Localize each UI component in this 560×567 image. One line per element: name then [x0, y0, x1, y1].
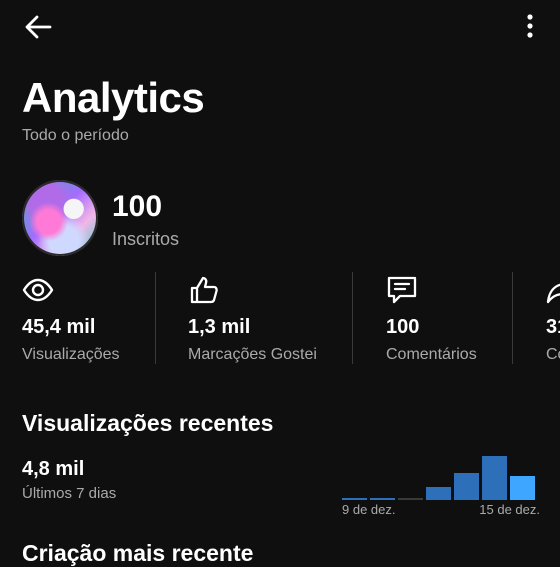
stat-label: Visualizações [22, 346, 120, 363]
chart-bar [426, 487, 451, 500]
top-app-bar [0, 0, 560, 56]
chart-bar [454, 473, 479, 500]
subscriber-count: 100 [112, 190, 163, 223]
more-vertical-icon [527, 14, 533, 38]
chart-tick-label: 9 de dez. [342, 502, 396, 517]
more-options-button[interactable] [516, 12, 544, 42]
stats-row: 45,4 mil Visualizações 1,3 mil Marcações… [0, 270, 560, 366]
divider [512, 272, 513, 364]
channel-avatar[interactable] [22, 180, 98, 256]
stat-label: Marcações Gostei [188, 346, 317, 363]
stat-value: 100 [386, 316, 420, 338]
recent-views-title: Visualizações recentes [22, 410, 274, 436]
latest-content-title: Criação mais recente [22, 540, 254, 566]
comment-icon [387, 276, 417, 304]
arrow-left-icon [25, 15, 52, 39]
eye-icon [22, 278, 54, 302]
recent-views-chart[interactable]: 9 de dez. 15 de dez. [342, 448, 540, 520]
subscriber-label: Inscritos [112, 229, 180, 249]
chart-bar [342, 498, 367, 500]
divider [352, 272, 353, 364]
chart-bar [482, 456, 507, 500]
stat-value: 1,3 mil [188, 316, 251, 338]
recent-views-caption: Últimos 7 dias [22, 485, 117, 502]
chart-bar [370, 498, 395, 500]
period-subtitle: Todo o período [22, 127, 129, 144]
thumbs-up-icon [190, 276, 218, 304]
chart-bar [510, 476, 535, 500]
page-title: Analytics [22, 74, 205, 121]
stat-label: Co [546, 346, 560, 363]
divider [155, 272, 156, 364]
chart-bar [398, 498, 423, 500]
share-icon [546, 283, 560, 304]
stat-value: 45,4 mil [22, 316, 96, 338]
stat-label: Comentários [386, 346, 477, 363]
recent-views-value: 4,8 mil [22, 458, 85, 480]
stat-value: 31 [546, 316, 560, 338]
chart-tick-label: 15 de dez. [479, 502, 540, 517]
back-button[interactable] [22, 12, 54, 42]
